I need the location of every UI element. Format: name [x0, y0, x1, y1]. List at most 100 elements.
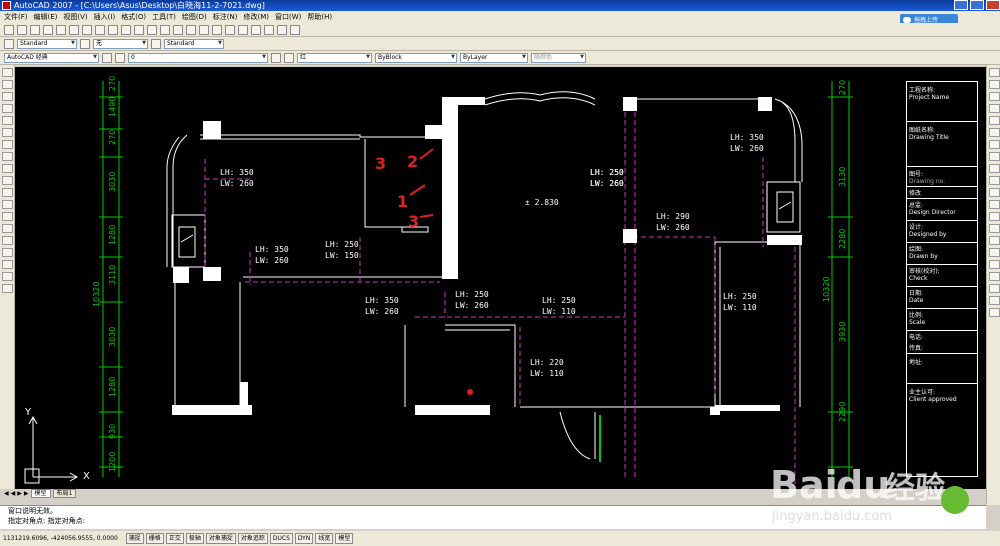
- hatch-icon[interactable]: [2, 236, 13, 245]
- tab-model[interactable]: 模型: [30, 489, 51, 498]
- polyline-icon[interactable]: [2, 92, 13, 101]
- help-icon[interactable]: [290, 24, 300, 35]
- insert-block-icon[interactable]: [2, 200, 13, 209]
- osnap-icon[interactable]: [989, 284, 1000, 293]
- polar-toggle[interactable]: 极轴: [185, 533, 204, 544]
- spline-icon[interactable]: [2, 164, 13, 173]
- lineweight-select[interactable]: ByLayer ▼: [460, 52, 528, 63]
- snap-icon[interactable]: [989, 272, 1000, 281]
- menu-insert[interactable]: 插入(I): [94, 11, 116, 23]
- dim-style-select[interactable]: 无 ▼: [93, 38, 148, 49]
- calculator-icon[interactable]: [277, 24, 287, 35]
- offset-icon[interactable]: [989, 104, 1000, 113]
- polygon-icon[interactable]: [2, 104, 13, 113]
- redo-icon[interactable]: [147, 24, 157, 35]
- dim-linear-icon[interactable]: [989, 308, 1000, 317]
- tab-nav-last[interactable]: ▶: [24, 490, 29, 497]
- tool-palettes-icon[interactable]: [238, 24, 248, 35]
- grid-toggle[interactable]: 栅格: [145, 533, 164, 544]
- array-icon[interactable]: [989, 116, 1000, 125]
- undo-icon[interactable]: [134, 24, 144, 35]
- measure-icon[interactable]: [989, 296, 1000, 305]
- construction-line-icon[interactable]: [2, 80, 13, 89]
- tab-nav-first[interactable]: ◀: [4, 490, 9, 497]
- layer-manager-icon[interactable]: [115, 52, 125, 63]
- arc-icon[interactable]: [2, 128, 13, 137]
- open-icon[interactable]: [17, 24, 27, 35]
- minimize-button[interactable]: [954, 0, 968, 10]
- drawing-canvas[interactable]: 270 1490 270 3030 1280 3110 3030 1280 93…: [15, 67, 986, 489]
- menu-view[interactable]: 视图(V): [63, 11, 87, 23]
- point-icon[interactable]: [2, 224, 13, 233]
- erase-icon[interactable]: [989, 68, 1000, 77]
- snap-toggle[interactable]: 捕捉: [125, 533, 144, 544]
- zoom-realtime-icon[interactable]: [173, 24, 183, 35]
- chamfer-icon[interactable]: [989, 236, 1000, 245]
- menu-modify[interactable]: 修改(M): [243, 11, 269, 23]
- layer-select[interactable]: 0 ▼: [128, 52, 268, 63]
- maximize-button[interactable]: [970, 0, 984, 10]
- publish-icon[interactable]: [69, 24, 79, 35]
- match-properties-icon[interactable]: [121, 24, 131, 35]
- fillet-icon[interactable]: [989, 248, 1000, 257]
- ellipse-icon[interactable]: [2, 176, 13, 185]
- properties-icon[interactable]: [212, 24, 222, 35]
- menu-draw[interactable]: 绘图(D): [182, 11, 207, 23]
- color-select[interactable]: 红 ▼: [297, 52, 372, 63]
- workspace-settings-icon[interactable]: [102, 52, 112, 63]
- table-icon[interactable]: [2, 272, 13, 281]
- print-icon[interactable]: [43, 24, 53, 35]
- gradient-icon[interactable]: [2, 248, 13, 257]
- paste-icon[interactable]: [108, 24, 118, 35]
- menu-format[interactable]: 格式(O): [121, 11, 146, 23]
- stretch-icon[interactable]: [989, 164, 1000, 173]
- make-block-icon[interactable]: [2, 212, 13, 221]
- scale-icon[interactable]: [989, 152, 1000, 161]
- close-button[interactable]: [986, 0, 1000, 10]
- command-prompt[interactable]: 指定对角点: 指定对角点:: [8, 516, 986, 526]
- rectangle-icon[interactable]: [2, 116, 13, 125]
- linetype-select[interactable]: ByBlock ▼: [375, 52, 457, 63]
- join-icon[interactable]: [989, 224, 1000, 233]
- menu-window[interactable]: 窗口(W): [275, 11, 301, 23]
- markup-icon[interactable]: [264, 24, 274, 35]
- design-center-icon[interactable]: [225, 24, 235, 35]
- break-icon[interactable]: [989, 212, 1000, 221]
- line-icon[interactable]: [2, 68, 13, 77]
- mtext-icon[interactable]: [2, 284, 13, 293]
- region-icon[interactable]: [2, 260, 13, 269]
- copy-icon[interactable]: [95, 24, 105, 35]
- trim-icon[interactable]: [989, 176, 1000, 185]
- rotate-icon[interactable]: [989, 140, 1000, 149]
- otrack-toggle[interactable]: 对象追踪: [237, 533, 268, 544]
- tab-layout1[interactable]: 布局1: [52, 489, 77, 498]
- mirror-icon[interactable]: [989, 92, 1000, 101]
- table-style-select[interactable]: Standard ▼: [164, 38, 224, 49]
- make-current-layer-icon[interactable]: [271, 52, 281, 63]
- ducs-toggle[interactable]: DUCS: [269, 533, 293, 544]
- explode-icon[interactable]: [989, 260, 1000, 269]
- workspace-select[interactable]: AutoCAD 经典 ▼: [4, 52, 99, 63]
- osnap-toggle[interactable]: 对象捕捉: [205, 533, 236, 544]
- plotstyle-select[interactable]: 随颜色 ▼: [531, 52, 586, 63]
- copy-object-icon[interactable]: [989, 80, 1000, 89]
- pan-icon[interactable]: [160, 24, 170, 35]
- tab-nav-prev[interactable]: ◀: [11, 490, 16, 497]
- menu-file[interactable]: 文件(F): [4, 11, 28, 23]
- ortho-toggle[interactable]: 正交: [165, 533, 184, 544]
- layer-previous-icon[interactable]: [284, 52, 294, 63]
- menu-help[interactable]: 帮助(H): [307, 11, 332, 23]
- tab-nav-next[interactable]: ▶: [17, 490, 22, 497]
- text-style-select[interactable]: Standard ▼: [17, 38, 77, 49]
- cut-icon[interactable]: [82, 24, 92, 35]
- lineweight-toggle[interactable]: 线宽: [315, 533, 334, 544]
- zoom-window-icon[interactable]: [186, 24, 196, 35]
- extend-icon[interactable]: [989, 188, 1000, 197]
- dyn-toggle[interactable]: DYN: [294, 533, 314, 544]
- menu-dimension[interactable]: 标注(N): [213, 11, 238, 23]
- coordinates-readout[interactable]: 1131219.6096, -424056.9555, 0.0000: [3, 535, 118, 542]
- model-toggle[interactable]: 模型: [335, 533, 354, 544]
- command-window[interactable]: 窗口说明无效。 指定对角点: 指定对角点:: [0, 505, 986, 529]
- break-at-point-icon[interactable]: [989, 200, 1000, 209]
- save-icon[interactable]: [30, 24, 40, 35]
